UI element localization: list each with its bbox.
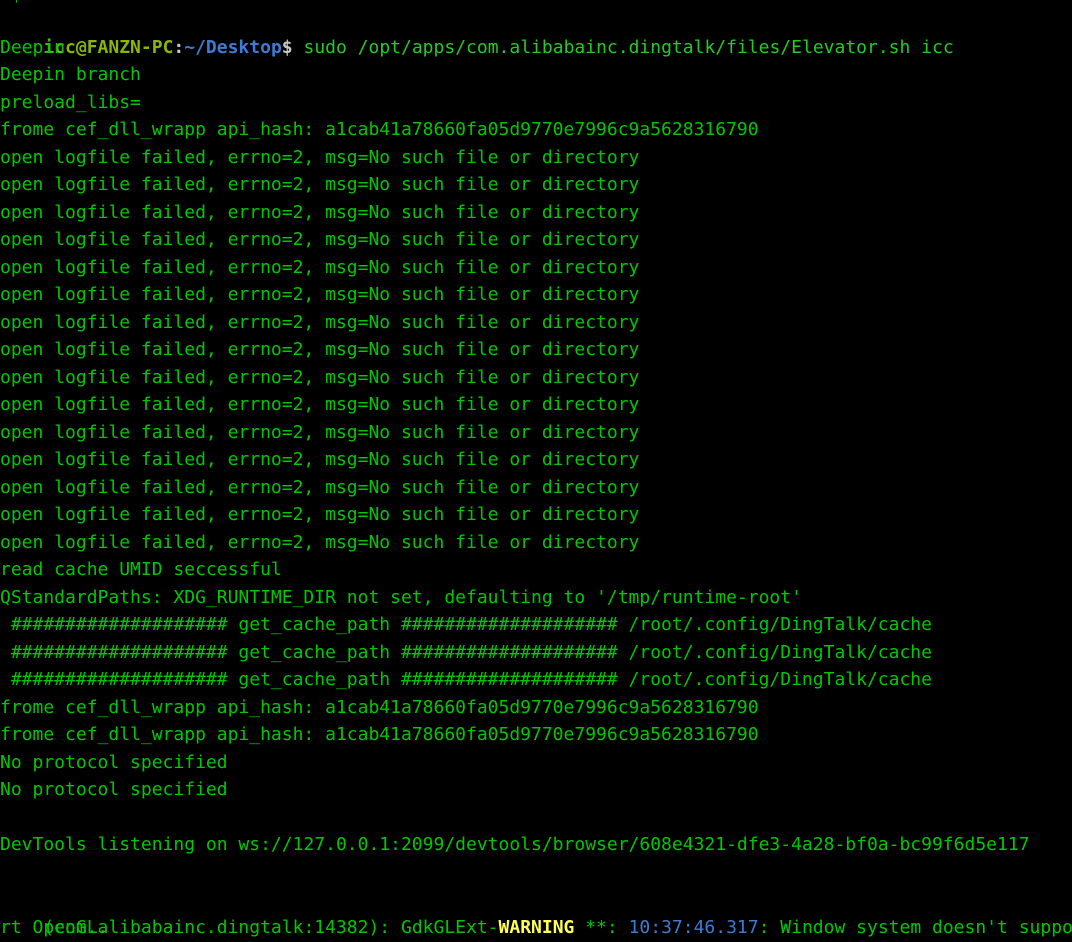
prompt-line: icc@FANZN-PC:~/Desktop$ sudo /opt/apps/c… xyxy=(0,6,953,58)
output-line: Deepin xyxy=(0,36,66,58)
output-line: open logfile failed, errno=2, msg=No suc… xyxy=(0,174,640,195)
warning-line: (com.alibabainc.dingtalk:14382): GdkGLEx… xyxy=(0,886,1072,938)
output-line: open logfile failed, errno=2, msg=No suc… xyxy=(0,504,640,525)
output-line: frome cef_dll_wrapp api_hash: a1cab41a78… xyxy=(0,724,759,745)
output-line: preload_libs= xyxy=(0,91,141,113)
output-line: DevTools listening on ws://127.0.0.1:209… xyxy=(0,834,1030,855)
output-line: #################### get_cache_path ####… xyxy=(0,614,932,635)
output-line: open logfile failed, errno=2, msg=No suc… xyxy=(0,311,640,333)
output-line: #################### get_cache_path ####… xyxy=(0,669,932,690)
output-line: open logfile failed, errno=2, msg=No suc… xyxy=(0,366,640,388)
output-line: read cache UMID seccessful xyxy=(0,559,282,580)
output-line: No protocol specified xyxy=(0,779,228,800)
output-line: open logfile failed, errno=2, msg=No suc… xyxy=(0,229,640,250)
output-line: open logfile failed, errno=2, msg=No suc… xyxy=(0,449,640,470)
output-line: #################### get_cache_path ####… xyxy=(0,641,932,663)
prompt-dollar: $ xyxy=(281,36,293,58)
prompt-path: ~/Desktop xyxy=(184,36,282,58)
prompt-colon: : xyxy=(173,36,185,58)
output-line: frome cef_dll_wrapp api_hash: a1cab41a78… xyxy=(0,119,759,140)
output-line: open logfile failed, errno=2, msg=No suc… xyxy=(0,476,640,498)
output-line: open logfile failed, errno=2, msg=No suc… xyxy=(0,339,640,360)
warning-stars: **: xyxy=(574,916,629,938)
output-line: Deepin branch xyxy=(0,64,141,85)
output-line: No protocol specified xyxy=(0,751,228,773)
output-line: open logfile failed, errno=2, msg=No suc… xyxy=(0,201,640,223)
warning-timestamp: 10:37:46.317 xyxy=(628,916,759,938)
terminal-window[interactable]: ~$ icc@FANZN-PC:~/Desktop$ sudo /opt/app… xyxy=(0,0,1072,942)
output-line: open logfile failed, errno=2, msg=No suc… xyxy=(0,146,640,168)
output-line: open logfile failed, errno=2, msg=No suc… xyxy=(0,256,640,278)
output-line: open logfile failed, errno=2, msg=No suc… xyxy=(0,394,640,415)
warning-prefix: (com.alibabainc.dingtalk:14382): GdkGLEx… xyxy=(43,916,499,938)
prompt-command: sudo /opt/apps/com.alibabainc.dingtalk/f… xyxy=(292,36,954,58)
output-line: open logfile failed, errno=2, msg=No suc… xyxy=(0,531,640,553)
output-line: open logfile failed, errno=2, msg=No suc… xyxy=(0,284,640,305)
output-line: QStandardPaths: XDG_RUNTIME_DIR not set,… xyxy=(0,586,802,608)
warning-level: WARNING xyxy=(498,916,575,938)
last-output-line: rt OpenGL. xyxy=(0,916,109,938)
warning-message: : Window system doesn't suppo xyxy=(758,916,1072,938)
output-line: open logfile failed, errno=2, msg=No suc… xyxy=(0,421,640,443)
output-line: frome cef_dll_wrapp api_hash: a1cab41a78… xyxy=(0,696,759,718)
